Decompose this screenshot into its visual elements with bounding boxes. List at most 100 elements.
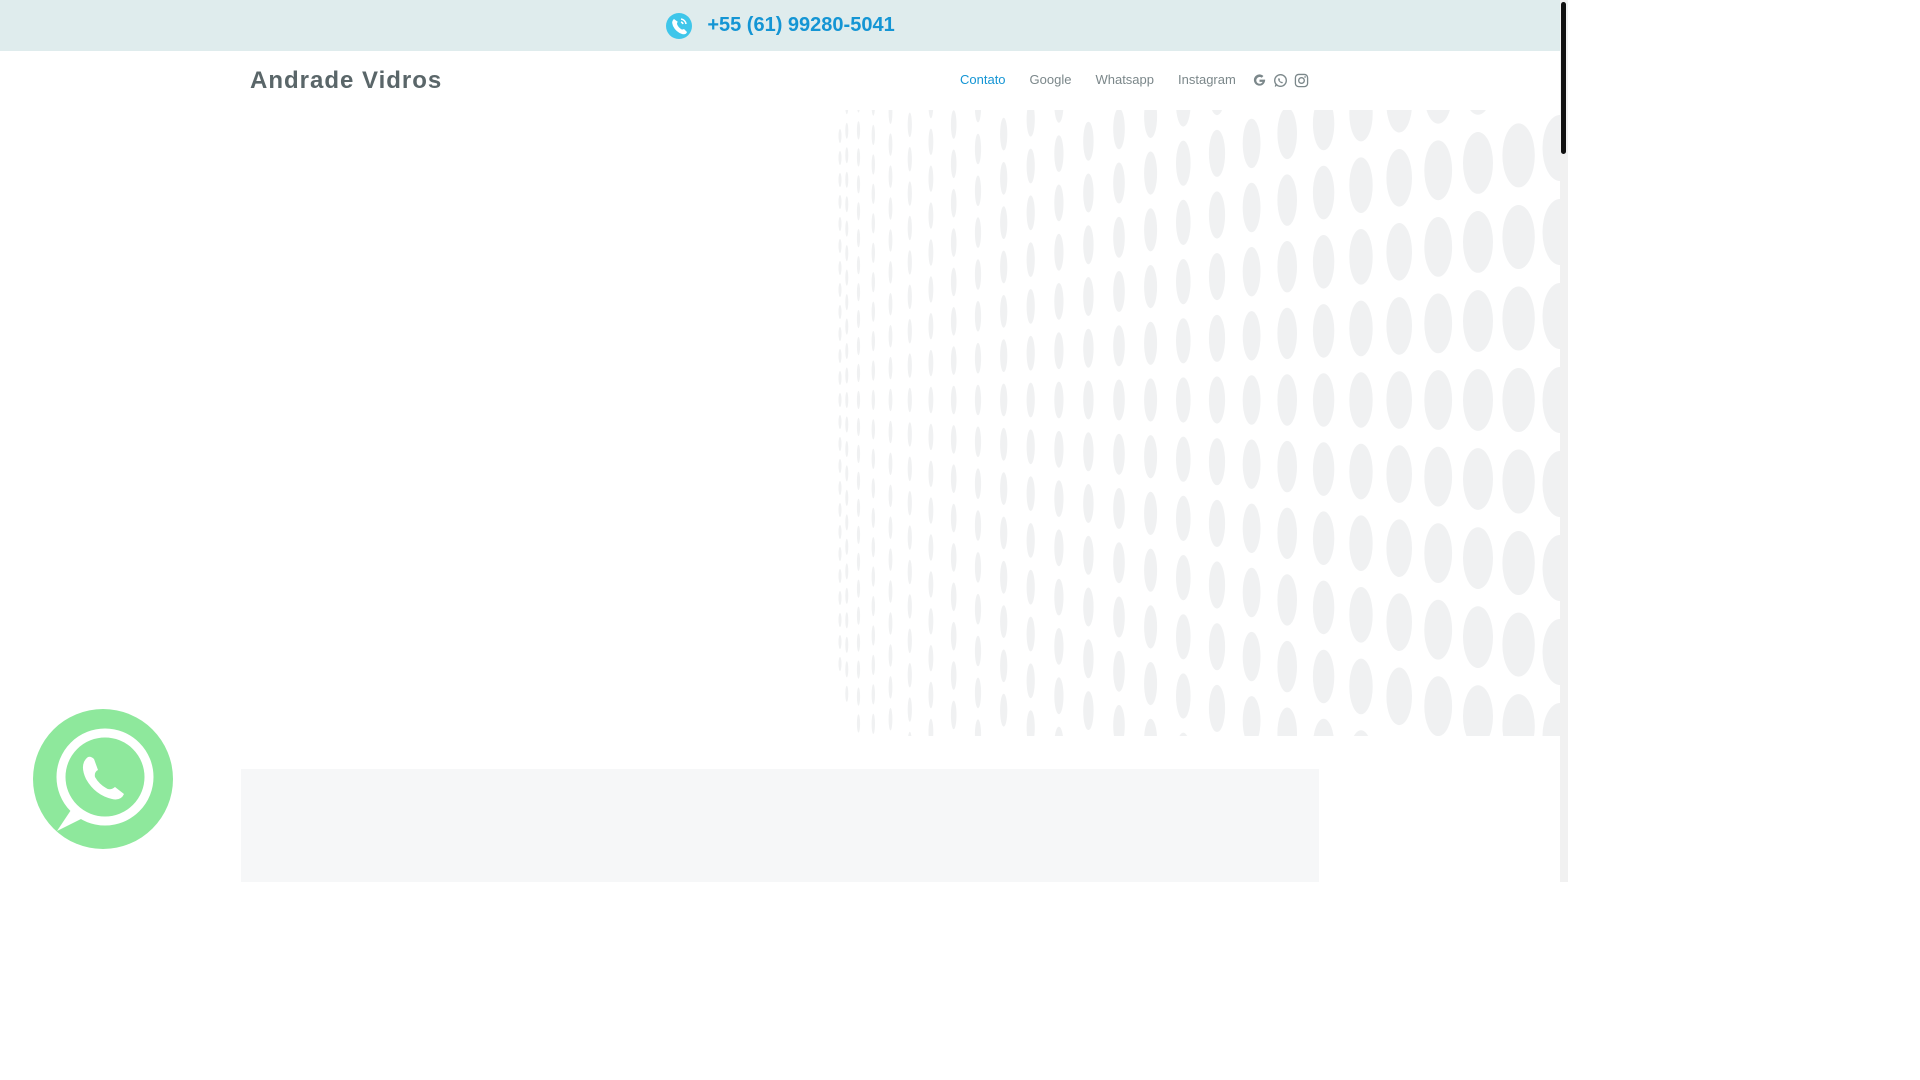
decorative-dot: [1083, 380, 1094, 420]
decorative-dot: [1176, 140, 1191, 186]
decorative-dot: [1312, 110, 1335, 151]
decorative-dot: [1000, 472, 1008, 505]
decorative-dot: [907, 181, 912, 206]
decorative-dot: [838, 327, 842, 341]
decorative-dot: [856, 606, 861, 625]
decorative-dot: [928, 202, 934, 229]
decorative-dot: [1176, 555, 1191, 601]
decorative-dot: [1542, 535, 1560, 601]
decorative-dot: [974, 593, 982, 625]
decorative-dot: [907, 594, 912, 619]
decorative-dot: [888, 388, 893, 412]
decorative-dot: [888, 325, 893, 348]
decorative-dot: [928, 460, 934, 487]
decorative-dot: [928, 349, 934, 377]
nav-link-contato[interactable]: Contato: [960, 72, 1006, 87]
decorative-dot: [950, 307, 957, 336]
decorative-dot: [838, 657, 842, 671]
decorative-dot: [1113, 216, 1125, 258]
decorative-dot: [888, 452, 893, 475]
decorative-dot: [1000, 250, 1008, 284]
decorative-dot: [845, 514, 849, 531]
decorative-dot: [1083, 432, 1094, 472]
nav-link-google[interactable]: Google: [1030, 72, 1072, 87]
decorative-dot: [871, 684, 875, 705]
instagram-icon[interactable]: [1294, 73, 1309, 88]
decorative-dot: [845, 441, 849, 457]
decorative-dot: [856, 390, 861, 410]
nav-link-whatsapp[interactable]: Whatsapp: [1095, 72, 1154, 87]
brand-logo-text[interactable]: Andrade Vidros: [250, 67, 442, 95]
decorative-dot: [1176, 318, 1191, 364]
decorative-dot: [1463, 527, 1493, 589]
decorative-dot: [1277, 307, 1297, 360]
decorative-dot: [856, 121, 861, 140]
decorative-dot: [907, 559, 912, 585]
decorative-dot: [1208, 684, 1226, 733]
decorative-dot: [1424, 217, 1453, 277]
decorative-dot: [838, 261, 842, 275]
decorative-dot: [1026, 710, 1035, 736]
decorative-dot: [1083, 225, 1094, 265]
decorative-dot: [845, 318, 849, 335]
decorative-dot: [871, 448, 875, 469]
decorative-dot: [1277, 174, 1297, 226]
decorative-dot: [1277, 110, 1297, 160]
scrollbar-thumb[interactable]: [1561, 2, 1566, 154]
decorative-dot: [1349, 229, 1373, 285]
decorative-dot: [1176, 436, 1191, 482]
decorative-dot: [907, 215, 912, 241]
whatsapp-icon[interactable]: [1273, 73, 1288, 88]
decorative-dot: [1026, 195, 1035, 231]
page-scrollbar[interactable]: [1560, 0, 1568, 882]
decorative-dot: [907, 663, 912, 688]
decorative-dot: [1208, 438, 1226, 486]
nav-link-instagram[interactable]: Instagram: [1178, 72, 1236, 87]
decorative-dot: [907, 250, 912, 275]
phone-number[interactable]: +55 (61) 99280-5041: [707, 14, 894, 37]
decorative-dot: [1000, 693, 1008, 727]
decorative-dot: [1113, 110, 1125, 150]
decorative-dot: [928, 386, 934, 414]
decorative-dot: [888, 356, 893, 380]
decorative-dot: [950, 700, 957, 730]
google-icon[interactable]: [1252, 73, 1267, 88]
decorative-dot: [1026, 110, 1035, 137]
decorative-dot: [1113, 433, 1125, 475]
decorative-dot: [1026, 289, 1035, 324]
decorative-dot: [856, 579, 861, 598]
decorative-dot: [1277, 574, 1297, 626]
decorative-dot: [888, 197, 893, 220]
decorative-dot: [1312, 304, 1335, 358]
decorative-dot: [888, 708, 893, 731]
decorative-dot: [950, 543, 957, 572]
decorative-dot: [950, 582, 957, 612]
decorative-dot: [1208, 561, 1226, 609]
decorative-dot: [845, 392, 849, 408]
decorative-dot: [1144, 265, 1158, 309]
decorative-dot: [845, 489, 849, 506]
decorative-dot: [856, 633, 861, 652]
decorative-dot: [1026, 242, 1035, 277]
decorative-dot: [1463, 448, 1493, 510]
decorative-dot: [845, 587, 849, 604]
whatsapp-float-button[interactable]: [33, 709, 173, 849]
decorative-dot: [888, 644, 893, 667]
decorative-dot: [838, 635, 842, 649]
decorative-dot: [871, 331, 875, 352]
decorative-dot: [845, 110, 849, 115]
decorative-dot: [1424, 293, 1453, 354]
decorative-dot: [871, 154, 875, 175]
main-navbar: Andrade Vidros Contato Google Whatsapp I…: [0, 51, 1560, 110]
decorative-dot: [1113, 704, 1125, 736]
phone-call-icon[interactable]: [665, 12, 693, 40]
decorative-dot: [950, 228, 957, 257]
decorative-dot: [871, 213, 875, 234]
decorative-dot: [871, 183, 875, 204]
decorative-dot: [1083, 484, 1094, 523]
decorative-dot: [845, 465, 849, 482]
decorative-dot: [838, 613, 842, 627]
decorative-dot: [928, 534, 934, 561]
decorative-dot: [1426, 110, 1450, 124]
decorative-dot: [974, 342, 982, 374]
